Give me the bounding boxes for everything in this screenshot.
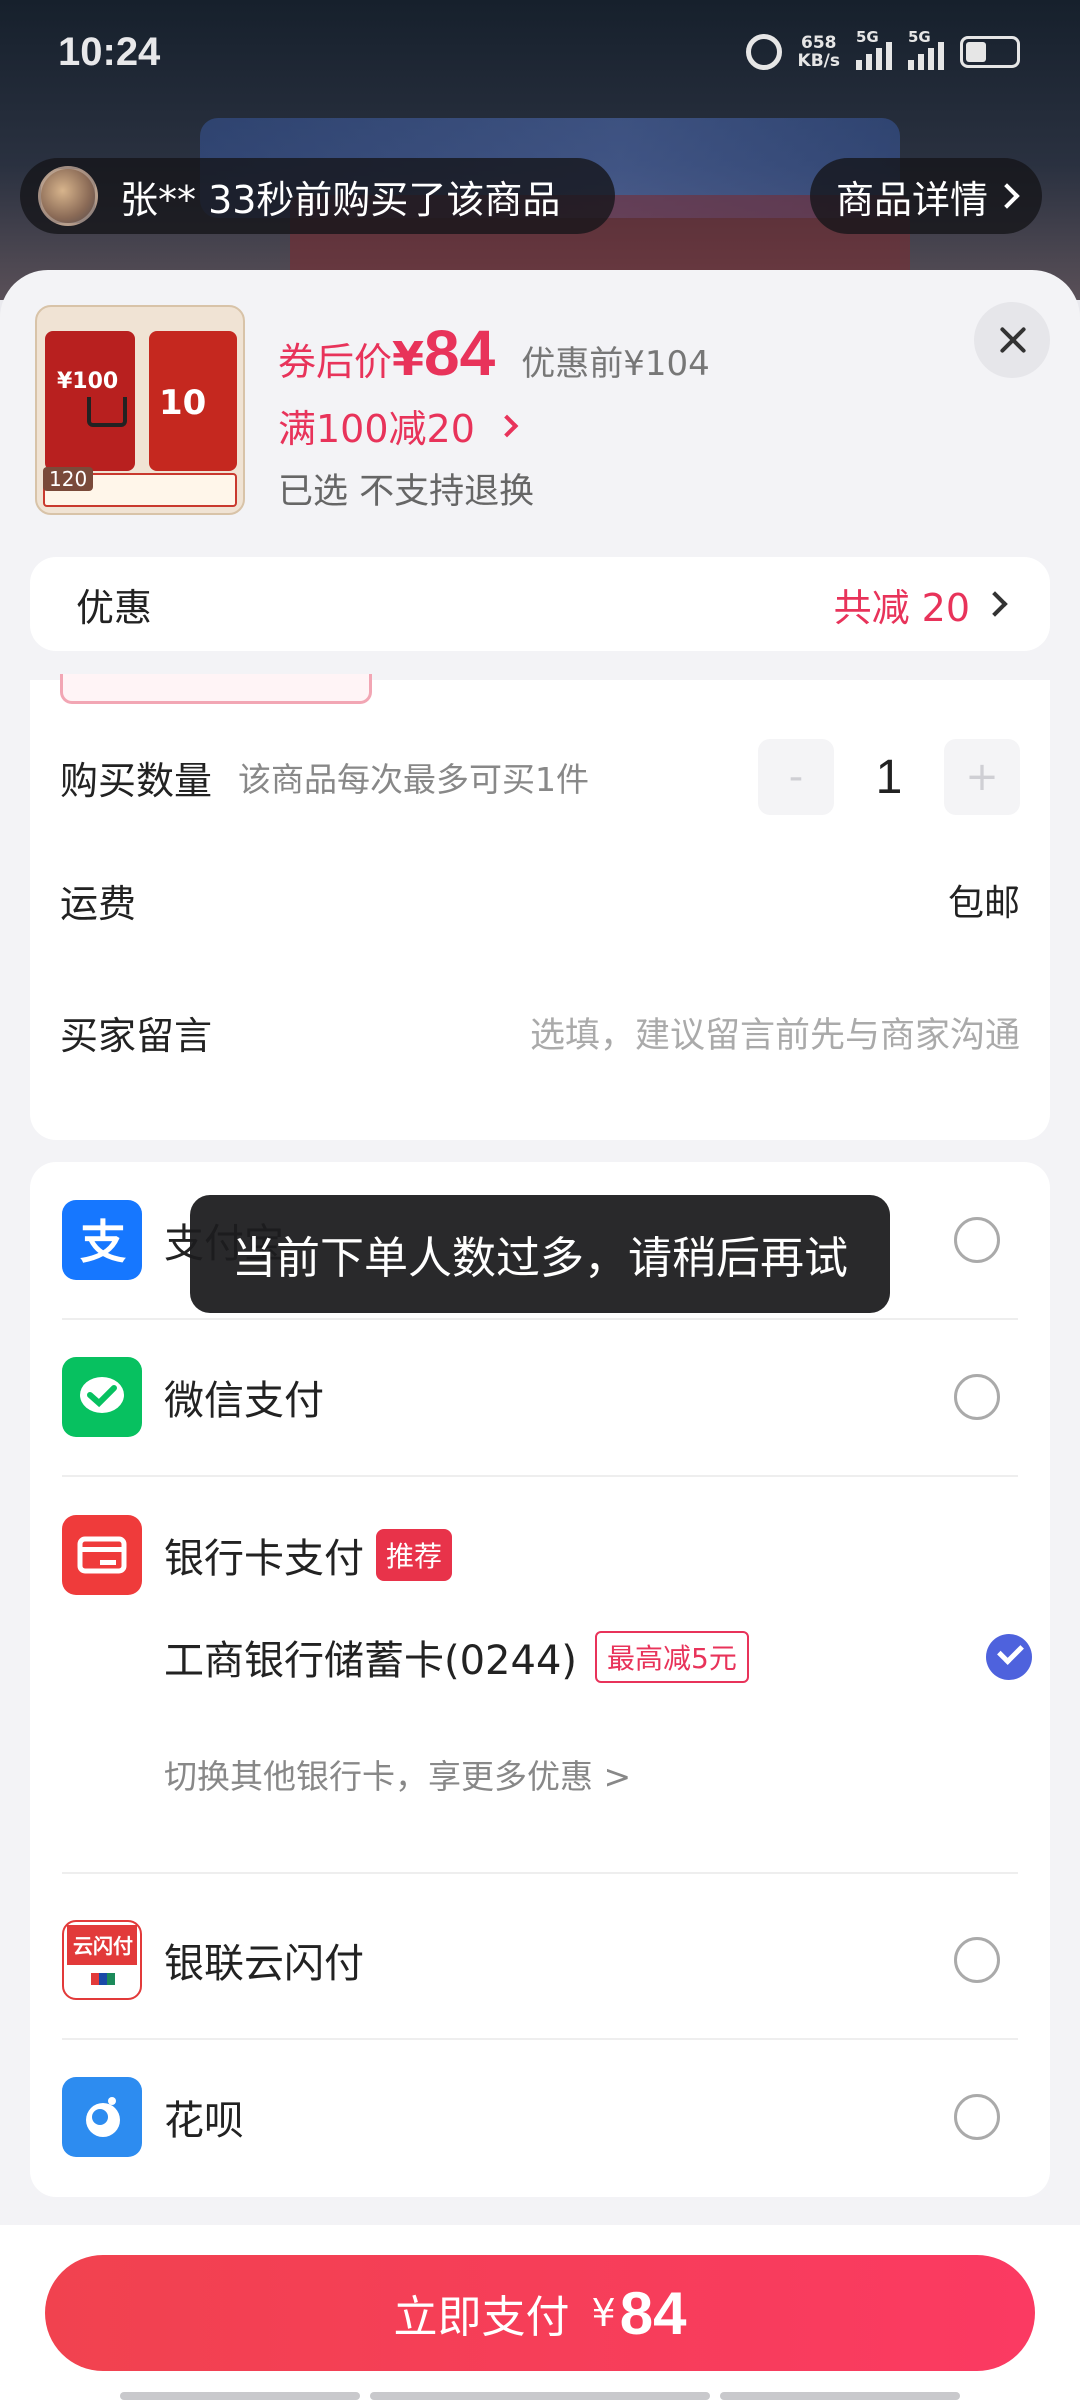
price-currency: ¥ [392, 332, 425, 386]
shipping-value: 包邮 [947, 883, 1020, 924]
coupon-peek [60, 674, 372, 704]
payment-unionpay[interactable]: 云闪付 银联云闪付 [62, 1882, 1018, 2038]
thumb-card-2: 10 [149, 331, 237, 471]
close-button[interactable] [974, 302, 1050, 378]
wechat-pay-icon [62, 1357, 142, 1437]
footer-bar: 立即支付 ¥ 84 [0, 2225, 1080, 2400]
unionpay-label: 银联云闪付 [164, 1941, 364, 1987]
price-label: 券后价 [278, 340, 393, 384]
clock: 10:24 [58, 30, 161, 74]
thumb-tag: 120 [43, 467, 94, 491]
signal-icon: 5G [856, 28, 892, 70]
signal-icon-2: 5G [908, 28, 944, 70]
alipay-icon: 支 [62, 1200, 142, 1280]
checkout-sheet: ¥100 10 120 券后价 ¥ 84 优惠前¥104 满100减20 已选 … [0, 270, 1080, 2400]
wechat-label: 微信支付 [164, 1378, 324, 1424]
shipping-row: 运费 包邮 [60, 870, 1020, 930]
payment-huabei[interactable]: 花呗 [62, 2039, 1018, 2195]
bank-offer-badge: 最高减5元 [595, 1631, 749, 1683]
quantity-value: 1 [875, 750, 903, 804]
battery-icon [960, 36, 1020, 68]
quantity-row: 购买数量 该商品每次最多可买1件 - 1 + [60, 737, 1020, 817]
svg-text:支: 支 [80, 1215, 126, 1268]
switch-card-link[interactable]: 切换其他银行卡，享更多优惠 > [164, 1750, 631, 1798]
purchase-notice: 张** 33秒前购买了该商品 [20, 158, 615, 234]
original-price: 优惠前¥104 [521, 344, 710, 384]
network-speed: 658 KB/s [797, 33, 840, 71]
price-row: 券后价 ¥ 84 优惠前¥104 [278, 316, 710, 390]
order-options: 购买数量 该商品每次最多可买1件 - 1 + 运费 包邮 买家留言 选填，建议留… [30, 674, 1050, 1140]
purchase-notice-text: 张** 33秒前购买了该商品 [120, 177, 561, 222]
cart-icon [87, 397, 127, 427]
product-detail-label: 商品详情 [835, 177, 988, 222]
bank-card-name: 工商银行储蓄卡(0244) [164, 1638, 578, 1684]
message-row[interactable]: 买家留言 选填，建议留言前先与商家沟通 [60, 1002, 1020, 1062]
bank-card-option[interactable]: 工商银行储蓄卡(0244) 最高减5元 [164, 1617, 1032, 1697]
selected-spec: 已选 不支持退换 [278, 472, 535, 512]
svg-text:云闪付: 云闪付 [73, 1934, 133, 1958]
payment-methods: 支 支付宝 微信支付 银行卡支付 推荐 工商银行储蓄卡(0244) 最高减5元 [30, 1162, 1050, 2197]
discount-row[interactable]: 优惠 共减 20 [30, 557, 1050, 651]
status-bar: 10:24 658 KB/s 5G 5G [0, 0, 1080, 110]
huabei-radio[interactable] [954, 2094, 1000, 2140]
quantity-note: 该商品每次最多可买1件 [238, 760, 590, 799]
error-toast: 当前下单人数过多，请稍后再试 [190, 1195, 890, 1313]
pay-amount: 84 [619, 2279, 687, 2347]
discount-value: 共减 20 [834, 577, 1008, 632]
alipay-radio[interactable] [954, 1217, 1000, 1263]
quantity-stepper: - 1 + [758, 739, 1020, 815]
avatar [38, 166, 98, 226]
bank-card-radio[interactable] [986, 1634, 1032, 1680]
wechat-radio[interactable] [954, 1374, 1000, 1420]
bank-label: 银行卡支付 [164, 1536, 364, 1582]
chevron-right-icon [994, 183, 1020, 209]
divider [62, 1872, 1018, 1874]
pay-currency: ¥ [591, 2291, 616, 2335]
gesture-bar [120, 2392, 960, 2400]
message-label: 买家留言 [60, 1013, 213, 1058]
discount-label: 优惠 [76, 585, 153, 630]
huabei-label: 花呗 [164, 2098, 244, 2144]
unionpay-icon: 云闪付 [62, 1920, 142, 2000]
unionpay-radio[interactable] [954, 1937, 1000, 1983]
pay-now-button[interactable]: 立即支付 ¥ 84 [45, 2255, 1035, 2371]
message-input[interactable]: 选填，建议留言前先与商家沟通 [530, 1007, 1020, 1058]
bank-card-icon [62, 1515, 142, 1595]
product-detail-button[interactable]: 商品详情 [810, 158, 1042, 234]
chevron-right-icon [495, 414, 519, 437]
payment-bank[interactable]: 银行卡支付 推荐 [62, 1477, 1018, 1633]
recommend-badge: 推荐 [376, 1529, 453, 1581]
promo-text: 满100减20 [278, 407, 475, 451]
pay-now-label: 立即支付 [393, 2292, 570, 2343]
promo-link[interactable]: 满100减20 [278, 398, 519, 453]
huabei-icon [62, 2077, 142, 2157]
shipping-label: 运费 [60, 881, 137, 926]
quantity-plus-button[interactable]: + [944, 739, 1020, 815]
price-amount: 84 [424, 317, 496, 389]
product-thumbnail[interactable]: ¥100 10 120 [35, 305, 245, 515]
quantity-minus-button[interactable]: - [758, 739, 834, 815]
chevron-right-icon [982, 591, 1008, 617]
status-icons: 658 KB/s 5G 5G [745, 28, 1020, 71]
quantity-label: 购买数量 [60, 758, 213, 803]
alarm-icon [745, 34, 782, 70]
payment-wechat[interactable]: 微信支付 [62, 1319, 1018, 1475]
